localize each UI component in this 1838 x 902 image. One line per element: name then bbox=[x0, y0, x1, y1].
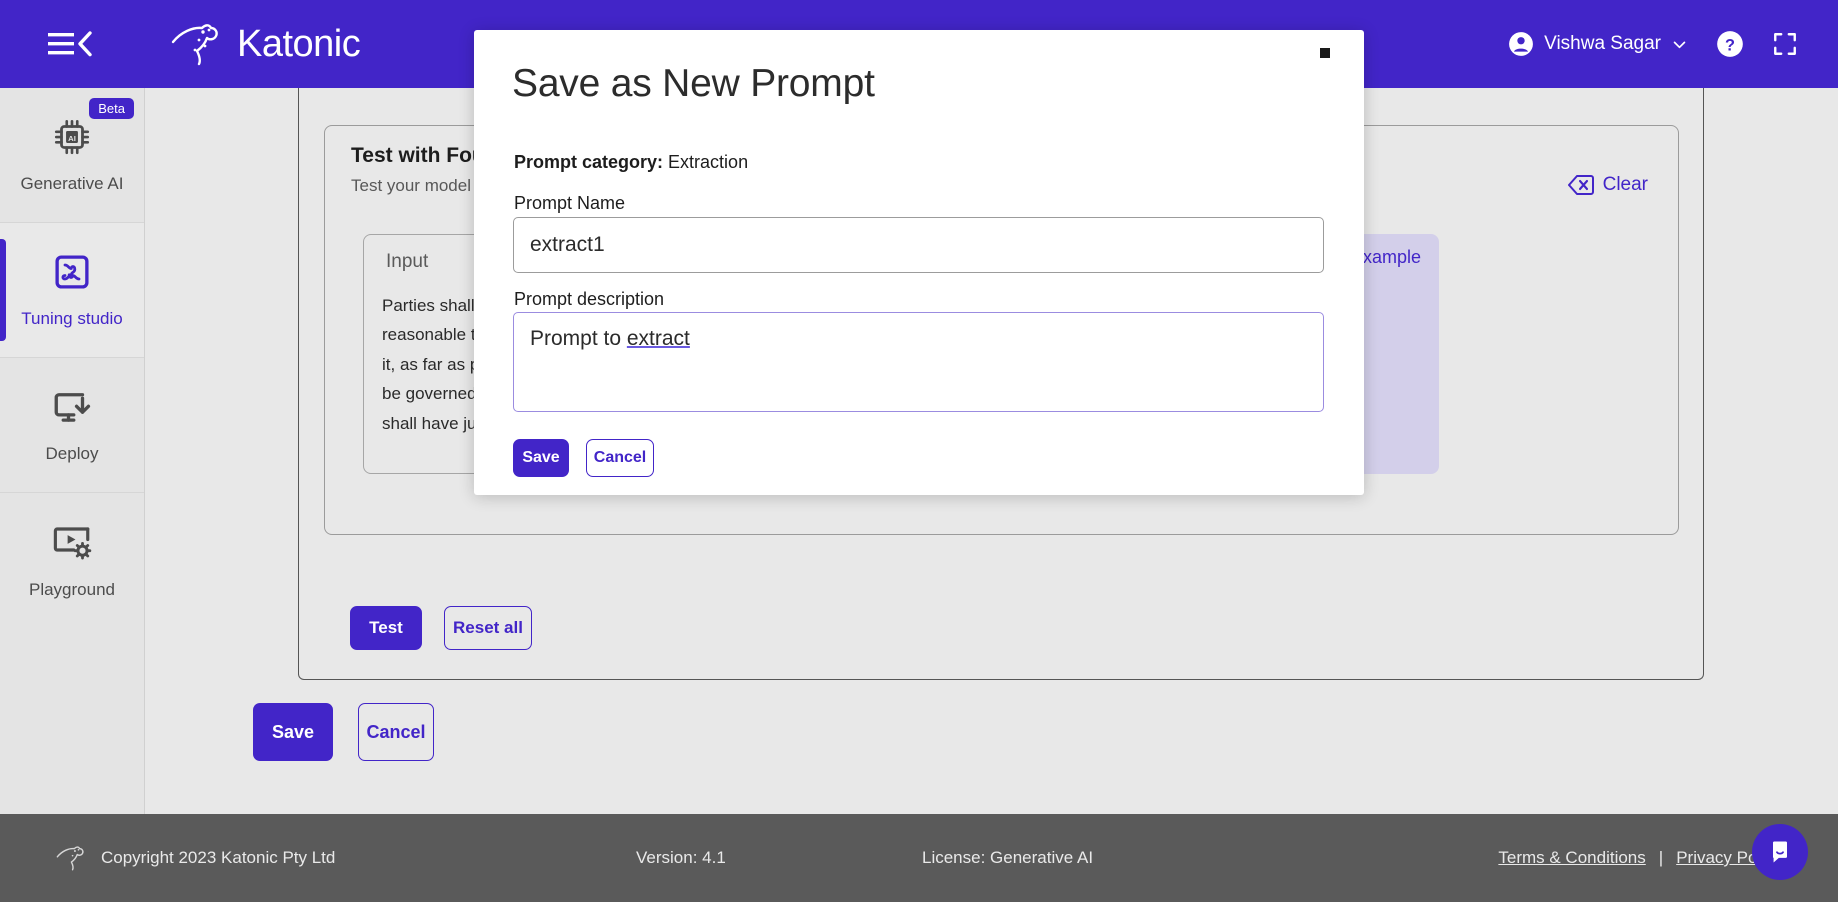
brand-logo[interactable]: Katonic bbox=[169, 22, 361, 66]
footer-copyright-label: Copyright 2023 Katonic Pty Ltd bbox=[101, 848, 336, 867]
help-circle-icon[interactable]: ? bbox=[1716, 30, 1744, 58]
sidebar-item-playground[interactable]: Playground bbox=[0, 493, 144, 628]
cancel-button[interactable]: Cancel bbox=[358, 703, 434, 761]
clear-label: Clear bbox=[1602, 174, 1648, 195]
footer-license-label: License: Generative AI bbox=[922, 848, 1094, 867]
sidebar-item-label: Generative AI bbox=[20, 174, 124, 193]
prompt-description-label: Prompt description bbox=[514, 289, 665, 309]
chat-bubble-icon[interactable] bbox=[1752, 824, 1808, 880]
sidebar-item-generative-ai[interactable]: Beta AI Generative AI bbox=[0, 88, 144, 223]
puzzle-piece-icon bbox=[51, 251, 93, 298]
footer-version-label: Version: 4.1 bbox=[636, 848, 726, 867]
kangaroo-logo-icon bbox=[56, 846, 84, 871]
sidebar-navigation: Beta AI Generative AI Tuning studio Depl… bbox=[0, 88, 145, 814]
brand-name: Katonic bbox=[237, 22, 361, 65]
sidebar-item-label: Deploy bbox=[45, 444, 99, 463]
kangaroo-logo-icon bbox=[171, 24, 218, 66]
save-as-new-prompt-dialog: Save as New Prompt Prompt category: Extr… bbox=[474, 30, 1364, 495]
reset-all-button[interactable]: Reset all bbox=[444, 606, 532, 650]
prompt-category-label: Prompt category: bbox=[514, 152, 664, 172]
clear-button[interactable]: Clear bbox=[1567, 174, 1648, 196]
deploy-download-icon bbox=[51, 386, 93, 433]
prompt-category-value: Extraction bbox=[668, 152, 749, 172]
beta-badge: Beta bbox=[89, 98, 134, 119]
footer-copyright: Copyright 2023 Katonic Pty Ltd bbox=[55, 844, 335, 872]
sidebar-item-deploy[interactable]: Deploy bbox=[0, 358, 144, 493]
sidebar-item-tuning-studio[interactable]: Tuning studio bbox=[0, 223, 144, 358]
backspace-clear-icon bbox=[1567, 175, 1594, 195]
prompt-category-row: Prompt category: Extraction bbox=[514, 152, 748, 173]
svg-text:AI: AI bbox=[68, 134, 76, 143]
user-name-label: Vishwa Sagar bbox=[1544, 33, 1661, 54]
panel-action-buttons: Test Reset all bbox=[350, 606, 532, 650]
user-menu[interactable]: Vishwa Sagar bbox=[1508, 31, 1688, 57]
prompt-description-textarea[interactable]: Prompt to extract bbox=[513, 312, 1324, 412]
dialog-cancel-button[interactable]: Cancel bbox=[586, 439, 654, 477]
fullscreen-icon[interactable] bbox=[1772, 31, 1798, 57]
prompt-description-misspelled-word: extract bbox=[626, 327, 690, 350]
close-icon[interactable] bbox=[1320, 48, 1330, 58]
prompt-description-prefix: Prompt to bbox=[530, 327, 627, 350]
dialog-save-button[interactable]: Save bbox=[513, 439, 569, 477]
footer-links: Terms & Conditions | Privacy Policy bbox=[1498, 848, 1782, 868]
terms-and-conditions-link[interactable]: Terms & Conditions bbox=[1498, 848, 1645, 868]
page-footer: Copyright 2023 Katonic Pty Ltd Version: … bbox=[0, 814, 1838, 902]
playground-screen-gear-icon bbox=[51, 522, 93, 569]
chevron-down-icon bbox=[1673, 41, 1686, 48]
account-circle-icon bbox=[1509, 32, 1534, 56]
ai-chip-icon: AI bbox=[51, 116, 93, 163]
input-label: Input bbox=[386, 251, 429, 272]
sidebar-item-label: Playground bbox=[28, 579, 115, 599]
footer-separator: | bbox=[1658, 848, 1664, 867]
prompt-name-input[interactable] bbox=[513, 217, 1324, 273]
prompt-name-label: Prompt Name bbox=[514, 193, 626, 213]
dialog-title: Save as New Prompt bbox=[512, 62, 875, 105]
test-button[interactable]: Test bbox=[350, 606, 422, 650]
svg-text:?: ? bbox=[1725, 36, 1735, 54]
hamburger-collapse-icon[interactable] bbox=[48, 27, 94, 61]
save-button[interactable]: Save bbox=[253, 703, 333, 761]
dialog-action-buttons: Save Cancel bbox=[513, 439, 654, 477]
app-root: Katonic Vishwa Sagar ? Beta AI Generativ… bbox=[0, 0, 1838, 902]
page-action-buttons: Save Cancel bbox=[253, 703, 434, 761]
topbar-actions: Vishwa Sagar ? bbox=[1508, 30, 1798, 58]
sidebar-item-label: Tuning studio bbox=[21, 309, 123, 328]
